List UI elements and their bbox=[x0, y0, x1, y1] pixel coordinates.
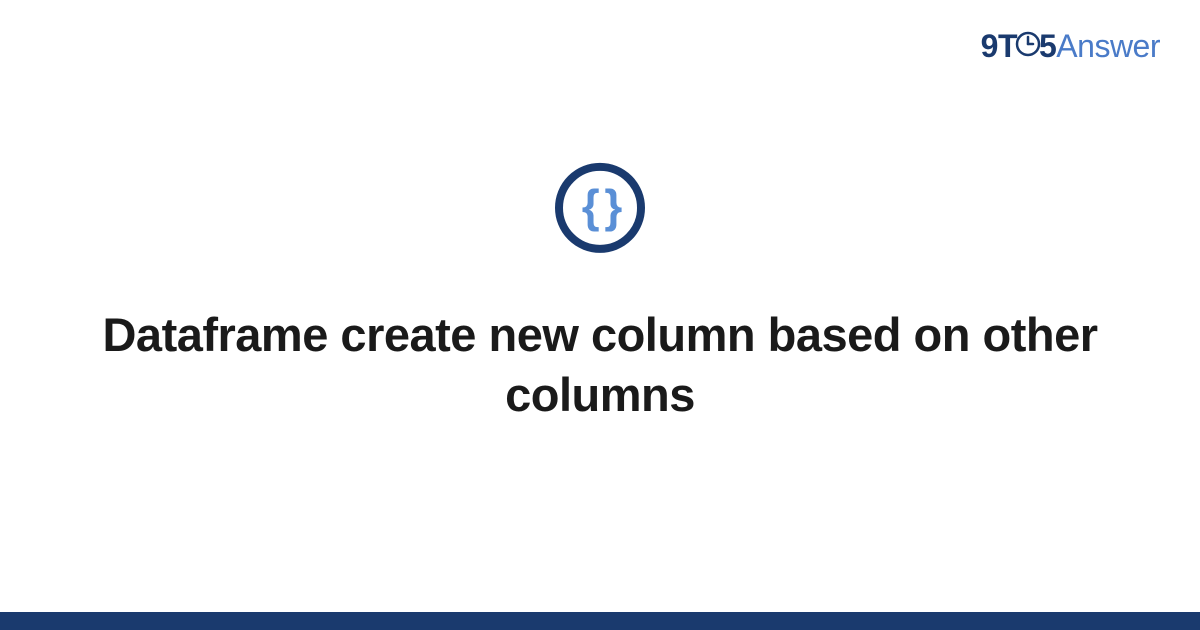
logo-nine: 9 bbox=[981, 28, 998, 64]
footer-bar bbox=[0, 612, 1200, 630]
braces-icon: { } bbox=[582, 183, 619, 229]
logo-answer: Answer bbox=[1056, 28, 1160, 64]
clock-icon bbox=[1015, 28, 1041, 65]
page-title: Dataframe create new column based on oth… bbox=[0, 305, 1200, 425]
main-content: { } Dataframe create new column based on… bbox=[0, 163, 1200, 425]
category-icon-circle: { } bbox=[555, 163, 645, 253]
logo-five: 5 bbox=[1039, 28, 1056, 64]
site-logo: 9T5Answer bbox=[981, 28, 1160, 67]
